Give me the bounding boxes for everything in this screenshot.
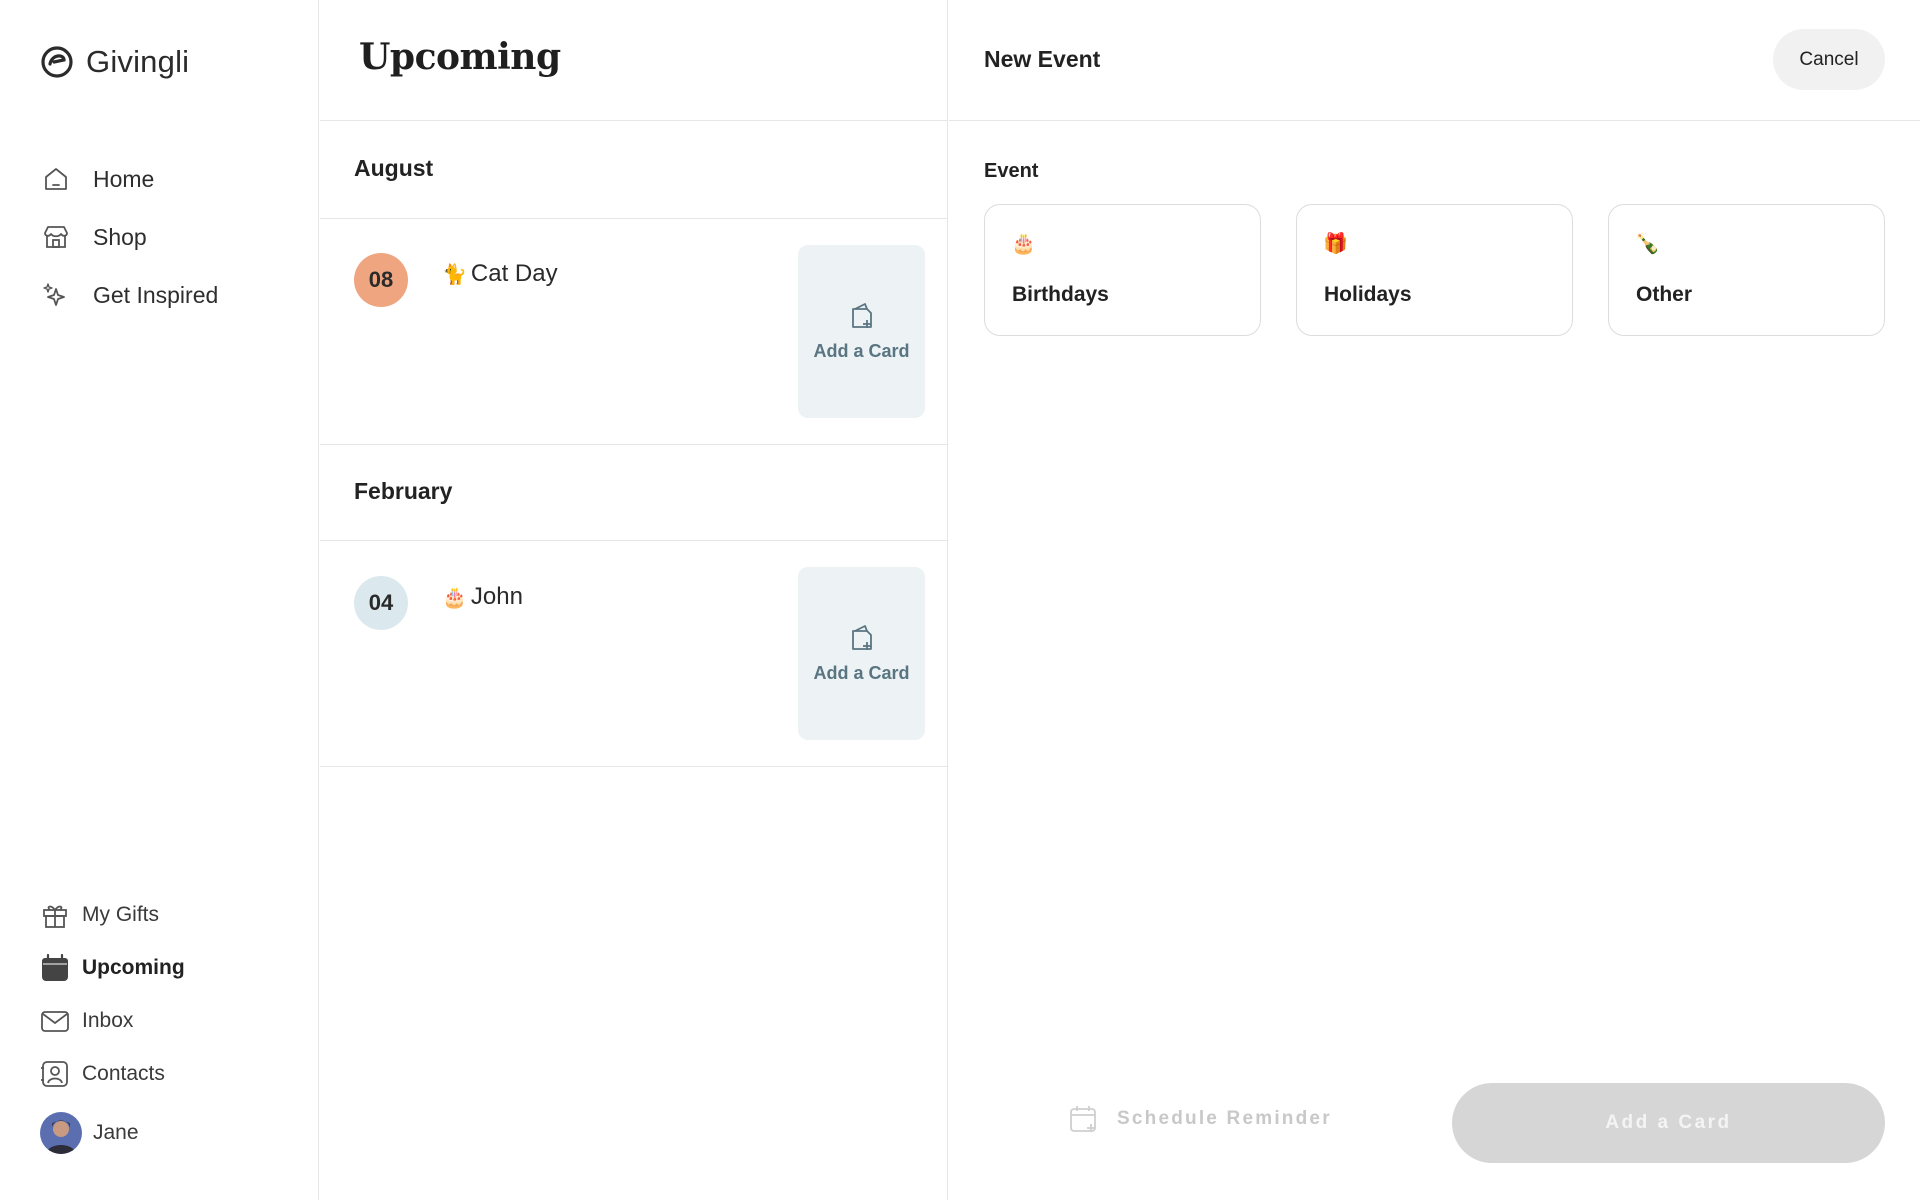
event-type-birthdays[interactable]: 🎂 Birthdays: [984, 204, 1261, 336]
date-badge: 04: [354, 576, 408, 630]
contact-card-icon: [40, 1059, 70, 1089]
nav-label-inbox: Inbox: [82, 1008, 134, 1032]
avatar: [40, 1112, 82, 1154]
nav-item-get-inspired[interactable]: Get Inspired: [40, 266, 218, 324]
mail-icon: [40, 1006, 70, 1036]
nav-item-home[interactable]: Home: [40, 150, 218, 208]
calendar-add-icon: [1070, 1106, 1096, 1132]
month-header-february: February: [354, 478, 453, 504]
calendar-icon: [40, 953, 70, 983]
app-logo[interactable]: Givingli: [40, 44, 189, 80]
event-section-label: Event: [984, 160, 1039, 182]
shop-icon: [40, 221, 72, 253]
nav-label-my-gifts: My Gifts: [82, 902, 159, 926]
event-type-label: Birthdays: [1012, 283, 1109, 306]
page-title: Upcoming: [359, 36, 561, 78]
month-header-august: August: [354, 155, 434, 181]
nav-label-shop: Shop: [93, 223, 147, 250]
event-name: John: [470, 583, 523, 610]
user-profile[interactable]: Jane: [40, 1102, 185, 1164]
new-event-panel: New Event Cancel Event 🎂 Birthdays 🎁 Hol…: [949, 0, 1920, 1200]
nav-label-get-inspired: Get Inspired: [93, 281, 219, 308]
add-card-icon: [851, 303, 872, 328]
givingli-logo-icon: [41, 46, 73, 78]
add-card-label: Add a Card: [813, 663, 910, 683]
upcoming-list-panel: Upcoming August 08 🐈 Cat Day Add a Card …: [320, 0, 948, 1200]
gift-icon: [40, 900, 70, 930]
divider: [320, 218, 948, 219]
cat-emoji-icon: 🐈: [442, 263, 467, 286]
divider: [320, 766, 948, 767]
divider: [320, 444, 948, 445]
home-icon: [40, 163, 72, 195]
bottle-emoji-icon: 🍾: [1635, 233, 1660, 255]
event-name: Cat Day: [470, 260, 558, 287]
app-name: Givingli: [86, 44, 190, 79]
divider: [949, 120, 1920, 121]
nav-label-upcoming: Upcoming: [82, 955, 185, 979]
primary-nav: Home Shop Get Inspired: [40, 150, 218, 324]
user-name: Jane: [93, 1121, 139, 1144]
nav-label-home: Home: [93, 165, 155, 192]
gift-emoji-icon: 🎁: [1323, 233, 1348, 255]
nav-item-inbox[interactable]: Inbox: [40, 994, 185, 1047]
schedule-reminder-button[interactable]: Schedule Reminder: [1069, 1104, 1332, 1134]
sparkle-icon: [40, 279, 72, 311]
event-type-holidays[interactable]: 🎁 Holidays: [1296, 204, 1573, 336]
cancel-button[interactable]: Cancel: [1773, 29, 1885, 90]
add-card-icon: [851, 625, 872, 650]
date-badge: 08: [354, 253, 408, 307]
panel-title: New Event: [984, 46, 1101, 72]
nav-label-contacts: Contacts: [82, 1061, 165, 1085]
add-card-button[interactable]: Add a Card: [798, 567, 925, 740]
divider: [320, 120, 948, 121]
nav-item-my-gifts[interactable]: My Gifts: [40, 888, 185, 941]
event-item[interactable]: 🎂 John: [442, 583, 523, 611]
event-item[interactable]: 🐈 Cat Day: [442, 260, 558, 288]
divider: [320, 540, 948, 541]
nav-item-shop[interactable]: Shop: [40, 208, 218, 266]
add-card-label: Add a Card: [813, 341, 910, 361]
nav-item-upcoming[interactable]: Upcoming: [40, 941, 185, 994]
cake-emoji-icon: 🎂: [1011, 233, 1036, 255]
nav-item-contacts[interactable]: Contacts: [40, 1047, 185, 1100]
event-type-other[interactable]: 🍾 Other: [1608, 204, 1885, 336]
secondary-nav: My Gifts Upcoming Inbox Contacts Jane: [40, 888, 185, 1164]
event-type-label: Holidays: [1324, 283, 1412, 306]
sidebar: Givingli Home Shop Get Inspired My Gifts…: [0, 0, 319, 1200]
add-card-primary-button[interactable]: Add a Card: [1452, 1083, 1885, 1163]
schedule-reminder-label: Schedule Reminder: [1117, 1108, 1332, 1129]
event-type-label: Other: [1636, 283, 1693, 306]
cake-emoji-icon: 🎂: [442, 586, 467, 609]
add-card-button[interactable]: Add a Card: [798, 245, 925, 418]
